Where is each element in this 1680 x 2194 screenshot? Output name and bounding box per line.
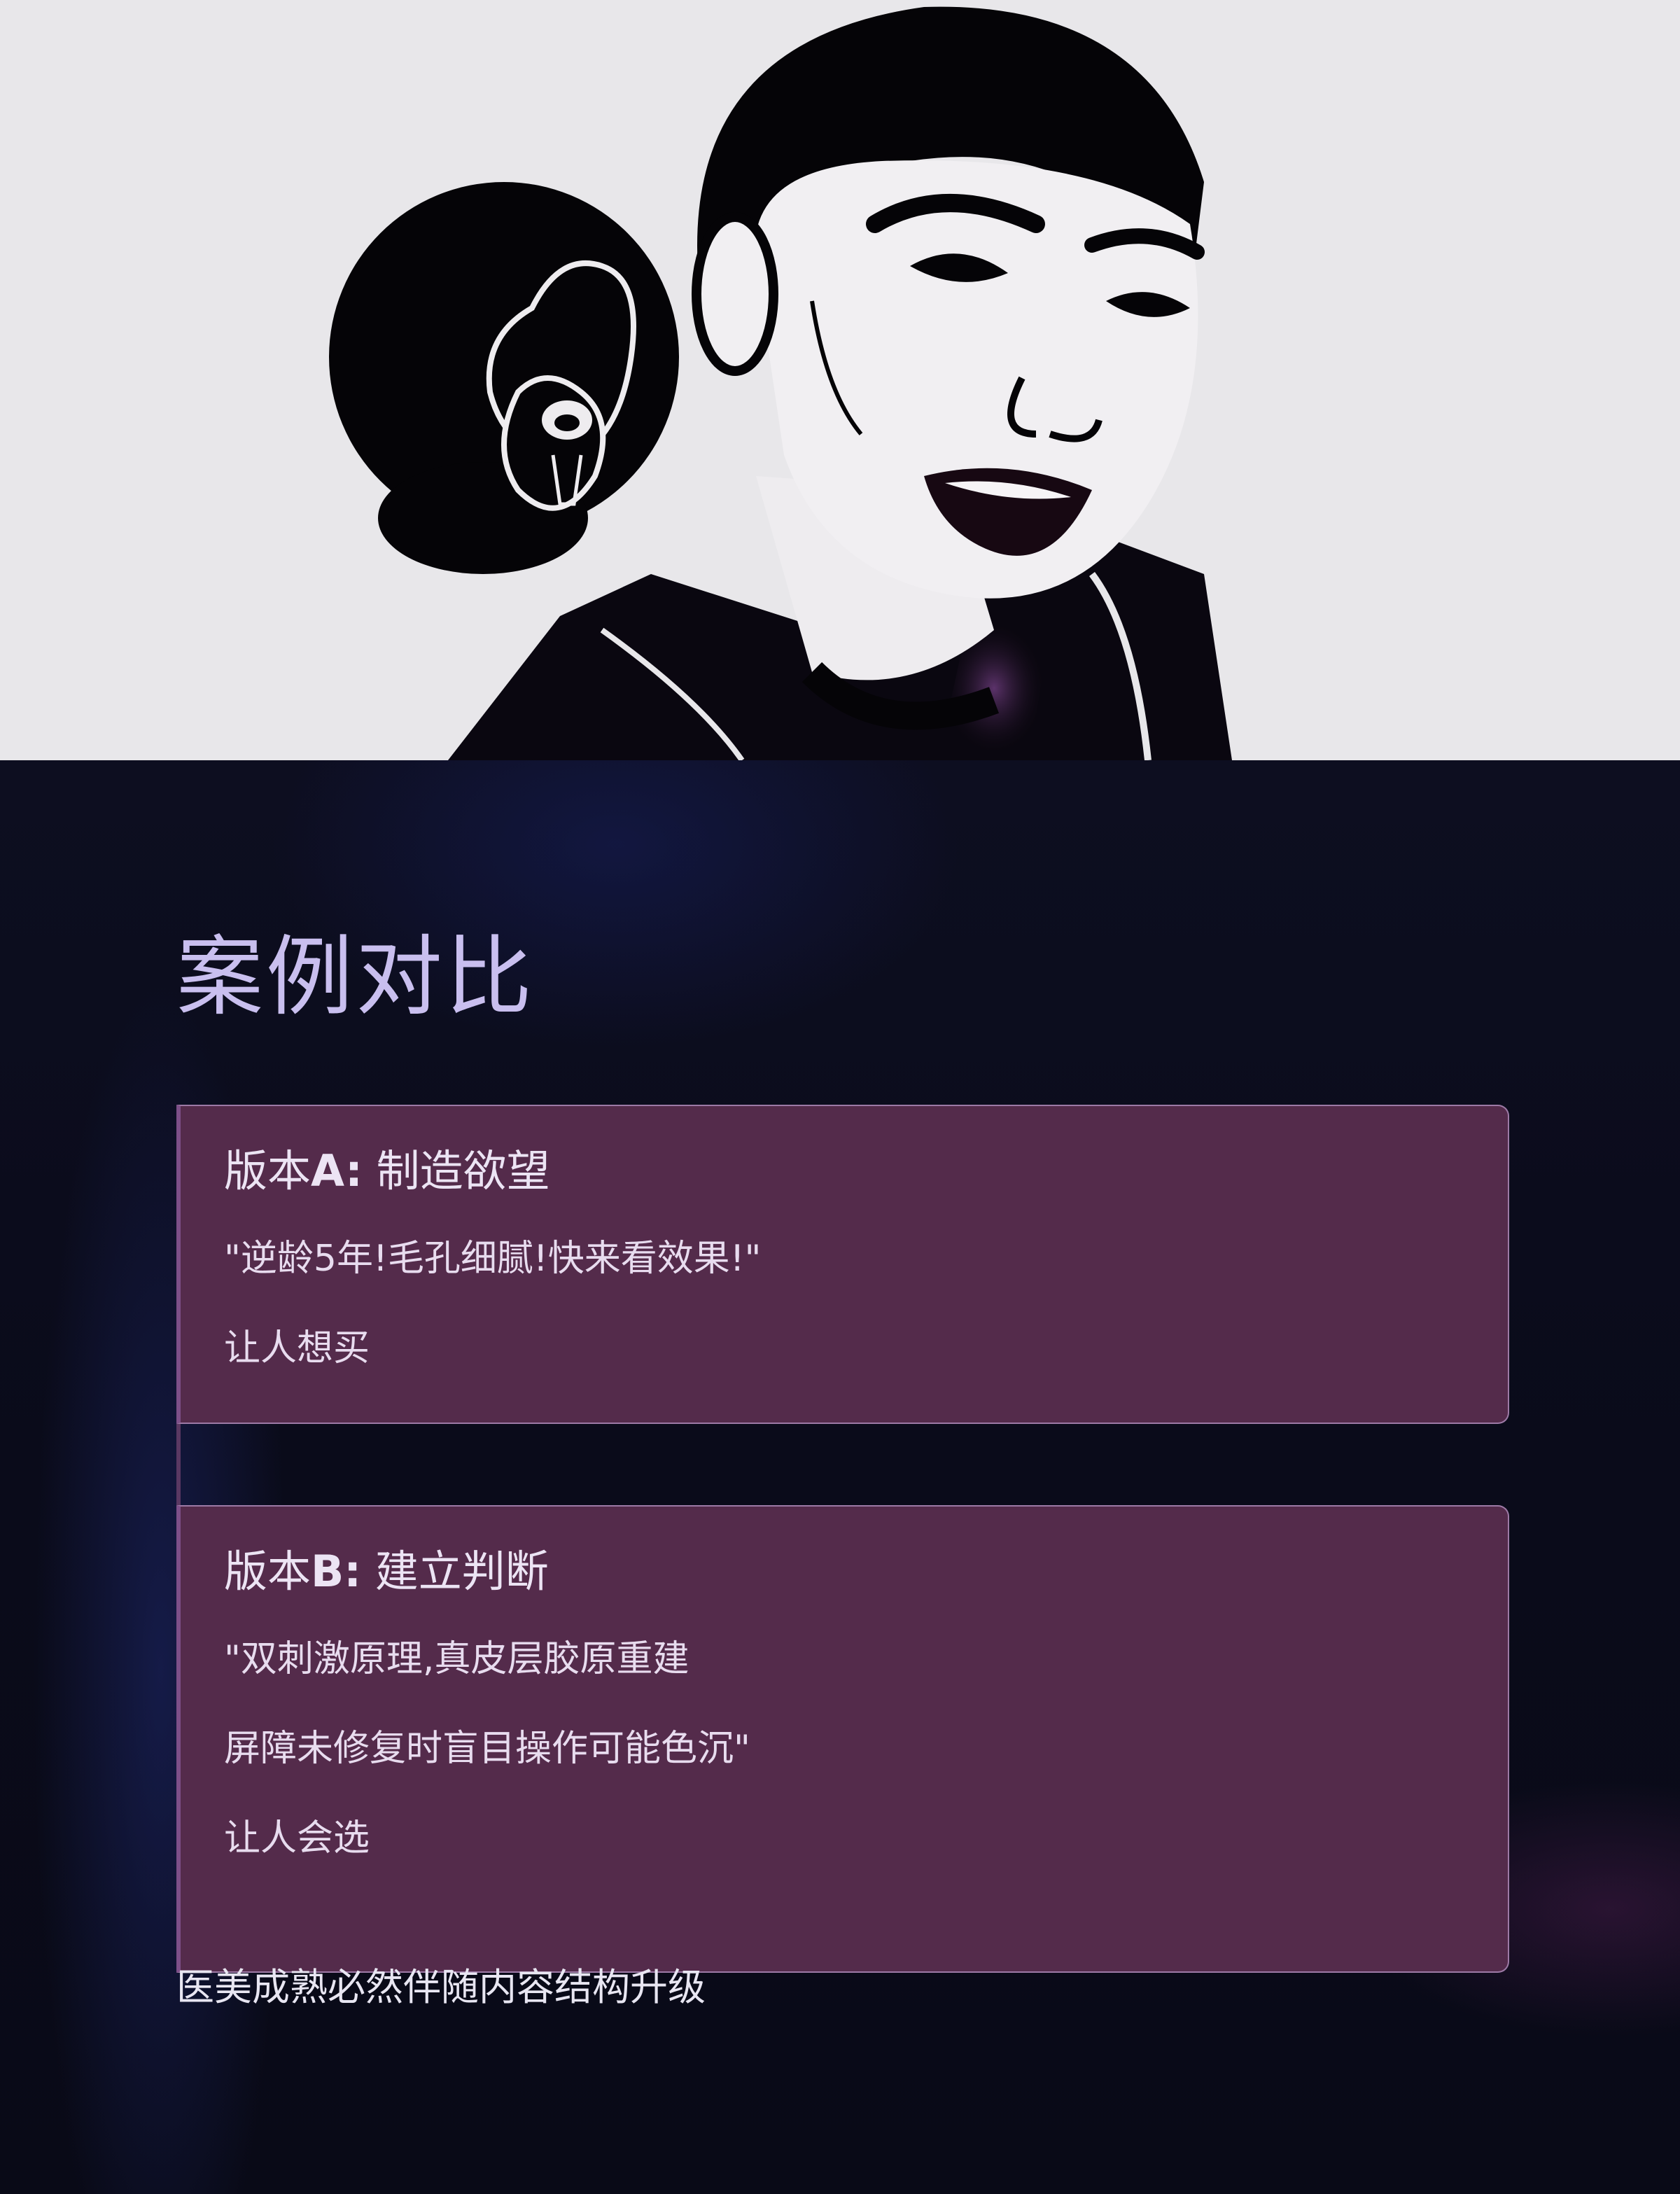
card-title-text: 建立判断	[374, 1546, 549, 1597]
card-title-letter: A:	[311, 1145, 363, 1196]
woman-orchid-illustration	[329, 6, 1232, 760]
page-title: 案例对比	[176, 927, 536, 1028]
comparison-card-b: 版本B: 建立判断 "双刺激原理,真皮层胶原重建 屏障未修复时盲目操作可能色沉"…	[176, 1505, 1509, 1973]
card-quote: "逆龄5年!毛孔细腻!快来看效果!"	[224, 1238, 762, 1280]
card-quote-line-2: 屏障未修复时盲目操作可能色沉"	[224, 1728, 750, 1770]
card-title-letter: B:	[311, 1546, 362, 1597]
card-title-prefix: 版本	[224, 1145, 312, 1196]
card-result: 让人想买	[224, 1327, 370, 1369]
card-connector	[176, 1424, 181, 1505]
card-result: 让人会选	[224, 1817, 370, 1859]
card-quote-line-1: "双刺激原理,真皮层胶原重建	[224, 1638, 690, 1680]
comparison-card-a: 版本A: 制造欲望 "逆龄5年!毛孔细腻!快来看效果!" 让人想买	[176, 1105, 1509, 1424]
content-section: 案例对比 版本A: 制造欲望 "逆龄5年!毛孔细腻!快来看效果!" 让人想买 版…	[0, 760, 1680, 2194]
hero-illustration	[0, 0, 1680, 760]
footer-note: 医美成熟必然伴随内容结构升级	[176, 1965, 706, 2009]
card-title: 版本A: 制造欲望	[224, 1150, 550, 1193]
card-title-prefix: 版本	[224, 1546, 312, 1597]
card-title-text: 制造欲望	[376, 1145, 550, 1196]
card-title: 版本B: 建立判断	[224, 1550, 549, 1593]
